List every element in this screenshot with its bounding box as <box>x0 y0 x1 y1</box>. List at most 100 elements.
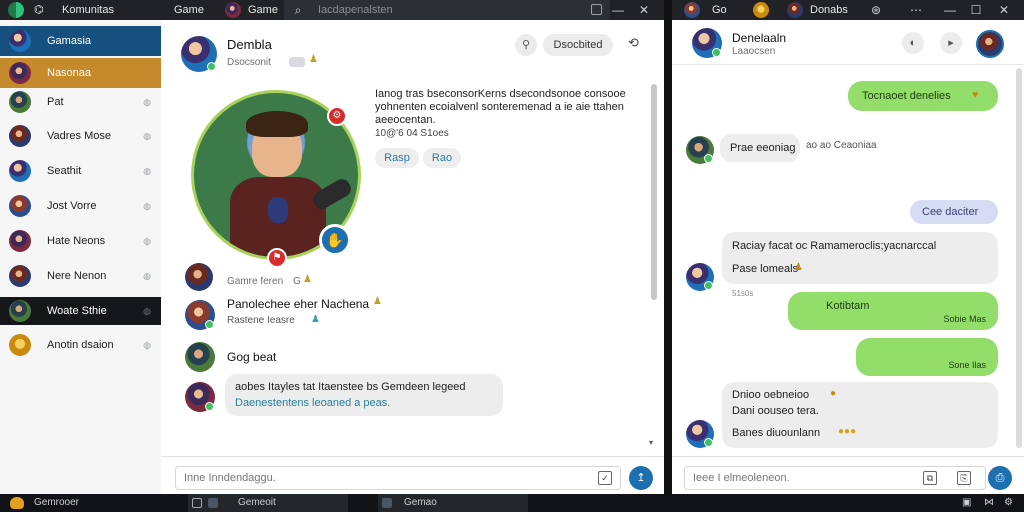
chat-timestamp: 51s0s <box>732 289 754 298</box>
chat-line-1: Dnioo oebneioo <box>732 389 810 401</box>
status-badge <box>289 57 305 67</box>
chat-bubble-out: Sone Ilas <box>856 338 998 376</box>
sidebar-item-hate-neons[interactable]: Hate Neons ◍ <box>0 226 161 256</box>
emoji-icon: ♥ <box>972 89 979 101</box>
hand-icon[interactable]: ✋ <box>319 224 351 256</box>
scroll-down-icon[interactable]: ▾ <box>649 438 653 447</box>
profile-description: Ianog tras bseconsorKerns dsecondsonoe c… <box>375 88 626 126</box>
settings-icon[interactable]: ⊛ <box>868 0 884 20</box>
sidebar-item-seathit[interactable]: Seathit ◍ <box>0 156 161 186</box>
title-bar-right: Go Donabs ⊛ ⋯ — ☐ ✕ <box>672 0 1024 20</box>
more-icon[interactable]: ⋯ <box>908 0 924 20</box>
more-icon[interactable]: ◍ <box>143 131 151 142</box>
voice-icon[interactable]: ◐ <box>902 32 924 54</box>
send-button[interactable]: ⎙ <box>988 466 1012 490</box>
nav-game-tab[interactable]: Game <box>174 0 204 20</box>
divider <box>672 456 1024 457</box>
nav-game-avatar <box>225 2 241 18</box>
sidebar-avatar <box>9 195 31 217</box>
more-icon[interactable]: ◍ <box>143 236 151 247</box>
message-line-1: aobes Itayles tat Itaenstee bs Gemdeen l… <box>235 381 466 393</box>
sidebar-item-label: Pat <box>47 96 64 108</box>
chat-bubble-in: Raciay facat oc Ramameroclis;yacnarccal … <box>722 232 998 284</box>
sidebar-item-anotin-dsaion[interactable]: Anotin dsaion ◍ <box>0 330 161 360</box>
message-input[interactable]: Inne Inndendaggu. ✓ <box>175 466 621 490</box>
sidebar-item-nasonaa[interactable]: Nasonaa <box>0 58 161 88</box>
close-icon-right[interactable]: ✕ <box>996 0 1012 20</box>
close-icon[interactable]: ✕ <box>636 0 652 20</box>
online-indicator <box>207 62 216 71</box>
copy-icon[interactable]: ⧉ <box>923 471 937 485</box>
app-title: Komunitas <box>62 4 114 16</box>
online-indicator <box>704 154 713 163</box>
chat-bubble-time: Sone Ilas <box>948 360 986 370</box>
sidebar-item-label: Jost Vorre <box>47 200 97 212</box>
message-line-2: Daenestentens leoaned a peas. <box>235 397 391 409</box>
window-divider <box>664 0 672 494</box>
header-status: Dsocsonit <box>227 57 271 68</box>
more-icon[interactable]: ◍ <box>143 271 151 282</box>
sidebar-avatar <box>9 160 31 182</box>
taskbar-start-label[interactable]: Gemrooer <box>34 494 79 512</box>
maximize-icon[interactable]: ☐ <box>968 0 984 20</box>
sidebar-item-vadres-mose[interactable]: Vadres Mose ◍ <box>0 121 161 151</box>
chat-bubble-out: Tocnaoet denelies ♥ <box>848 81 998 111</box>
profile-tag-1[interactable]: Rasp <box>375 148 419 168</box>
options-icon[interactable]: ⟲ <box>628 35 639 51</box>
emoji-icon: ♟ <box>794 262 803 273</box>
more-icon[interactable]: ◍ <box>143 340 151 351</box>
attachment-icon[interactable]: ⎘ <box>957 471 971 485</box>
tray-network-icon[interactable]: ⋈ <box>984 494 994 512</box>
minimize-icon[interactable]: — <box>610 0 626 20</box>
sidebar-item-label: Gamasia <box>47 35 92 47</box>
more-icon[interactable]: ◍ <box>143 201 151 212</box>
app-logo <box>8 2 24 18</box>
taskbar-item-2[interactable]: Gemao <box>378 494 528 512</box>
more-icon[interactable]: ◍ <box>143 306 151 317</box>
artwork-emblem <box>268 197 288 223</box>
sidebar-item-nere-nenon[interactable]: Nere Nenon ◍ <box>0 261 161 291</box>
scrollbar[interactable] <box>651 84 657 300</box>
nav-game-tab-2[interactable]: Game <box>248 0 278 20</box>
message-input-placeholder: Inne Inndendaggu. <box>184 472 276 484</box>
message-avatar <box>185 342 215 372</box>
sidebar-item-pat[interactable]: Pat ◍ <box>0 87 161 117</box>
attachment-icon[interactable]: ✓ <box>598 471 612 485</box>
scrollbar[interactable] <box>1016 68 1022 448</box>
sidebar-avatar <box>9 125 31 147</box>
send-button[interactable]: ↥ <box>629 466 653 490</box>
chat-bubble-out: Kotibtam Sobie Mas <box>788 292 998 330</box>
sidebar-avatar <box>9 300 31 322</box>
more-icon[interactable]: ◍ <box>143 166 151 177</box>
chat-header-name: Denelaaln <box>732 31 787 45</box>
window-icon <box>382 498 392 508</box>
taskbar-item-1[interactable]: Gemeoit <box>188 494 348 512</box>
right-tab-label-2[interactable]: Donabs <box>810 0 848 20</box>
profile-tag-2[interactable]: Rao <box>423 148 461 168</box>
sidebar-item-gamasia[interactable]: Gamasia <box>0 26 161 56</box>
sidebar-item-label: Vadres Mose <box>47 130 111 142</box>
video-icon[interactable]: ▸ <box>940 32 962 54</box>
chat-input[interactable]: Ieee I elmeoleneon. ⧉ ⎘ <box>684 466 986 490</box>
sidebar-item-jost-vorre[interactable]: Jost Vorre ◍ <box>0 191 161 221</box>
tray-settings-icon[interactable]: ⚙ <box>1004 494 1013 512</box>
chat-line-3: Banes diuounlann <box>732 427 821 439</box>
tray-window-icon[interactable]: ▣ <box>962 494 971 512</box>
right-tab-label[interactable]: Go <box>712 0 727 20</box>
profile-avatar[interactable] <box>976 30 1004 58</box>
sidebar-item-woate-sthie[interactable]: Woate Sthie ◍ <box>0 297 161 325</box>
pin-icon[interactable]: ⚲ <box>515 34 537 56</box>
search-input[interactable]: Iacdapenalsten <box>318 0 393 20</box>
chat-line-2: Dani oouseo tera. <box>732 405 819 417</box>
sidebar-avatar <box>9 265 31 287</box>
minimize-icon-right[interactable]: — <box>942 0 958 20</box>
online-indicator <box>704 438 713 447</box>
header-action-button[interactable]: Dsocbited <box>543 34 613 56</box>
message-text: Gog beat <box>227 350 277 364</box>
search-box[interactable]: ⌕ Iacdapenalsten <box>284 0 610 20</box>
more-icon[interactable]: ◍ <box>143 97 151 108</box>
chat-aside: ao ao Ceaoniaa <box>806 140 877 151</box>
message-emoji: ♟ <box>373 296 382 307</box>
search-filter-icon[interactable] <box>591 4 602 15</box>
start-icon[interactable] <box>10 497 24 509</box>
